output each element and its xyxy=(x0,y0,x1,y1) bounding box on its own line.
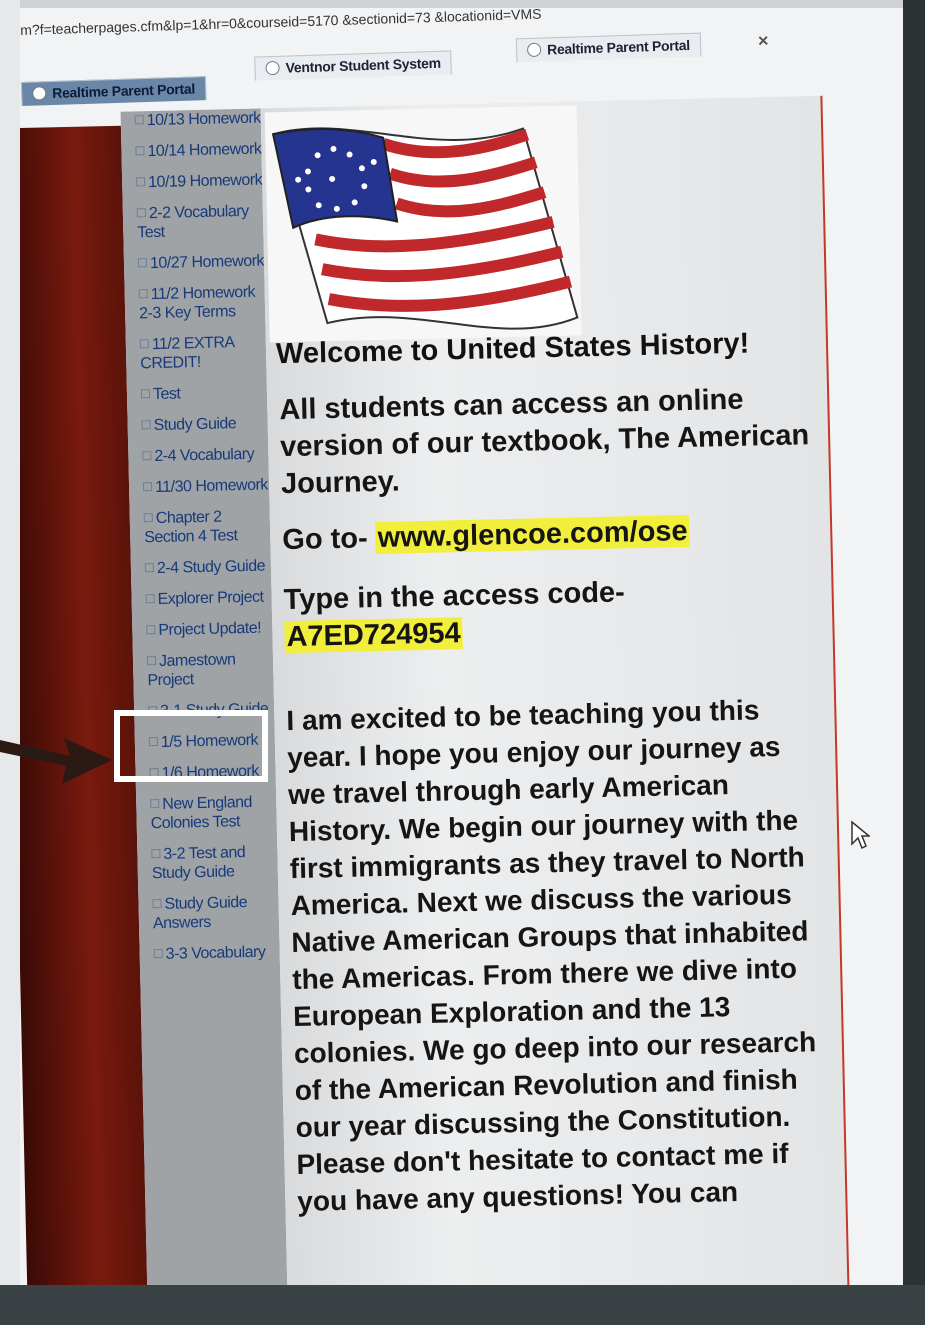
expand-plus-icon xyxy=(134,115,144,125)
sidebar-item[interactable]: 11/30 Homework xyxy=(142,475,269,497)
expand-plus-icon xyxy=(136,177,146,187)
browser-tab-icon xyxy=(265,60,280,76)
sidebar-item[interactable]: Chapter 2 Section 4 Test xyxy=(143,506,271,547)
sidebar-item[interactable]: 10/27 Homework xyxy=(137,252,265,274)
expand-plus-icon xyxy=(140,389,151,399)
expand-plus-icon xyxy=(144,563,155,573)
sidebar-item-label: New England Colonies Test xyxy=(150,793,253,833)
expand-plus-icon xyxy=(146,656,157,666)
expand-plus-icon xyxy=(142,451,152,461)
sidebar-item-label: 11/30 Homework xyxy=(154,476,269,497)
sidebar-item-label: Study Guide Answers xyxy=(152,894,248,933)
sidebar-item[interactable]: New England Colonies Test xyxy=(150,792,277,833)
flag-image xyxy=(264,105,582,343)
sidebar-item[interactable]: 10/13 Homework xyxy=(134,109,261,131)
sidebar-item[interactable]: Explorer Project xyxy=(145,587,271,609)
sidebar-item[interactable]: 11/2 EXTRA CREDIT! xyxy=(139,332,267,373)
access-code: A7ED724954 xyxy=(284,617,463,654)
expand-plus-icon xyxy=(145,594,155,604)
expand-plus-icon xyxy=(141,420,151,430)
mouse-cursor-icon xyxy=(851,820,870,850)
expand-plus-icon xyxy=(142,482,153,492)
expand-plus-icon xyxy=(146,625,156,635)
sidebar-item[interactable]: 2-2 Vocabulary Test xyxy=(136,202,264,243)
welcome-body: I am excited to be teaching you this yea… xyxy=(286,694,817,1217)
american-flag-icon xyxy=(271,127,579,330)
expand-plus-icon xyxy=(150,799,160,809)
sidebar-item-label: Study Guide xyxy=(153,415,237,435)
sidebar-item-label: Test xyxy=(152,385,181,404)
monitor-bezel-bottom xyxy=(0,1285,925,1325)
sidebar-item-label: 10/13 Homework xyxy=(146,109,261,130)
sidebar-item-label: Project Update! xyxy=(158,619,262,639)
sidebar-item-label: 2-4 Study Guide xyxy=(156,557,266,578)
close-tab-button[interactable]: × xyxy=(758,30,769,51)
sidebar-item-label: 10/14 Homework xyxy=(147,140,262,161)
sidebar-item-label: 10/27 Homework xyxy=(149,252,265,273)
tab-realtime-parent-portal-2[interactable]: Realtime Parent Portal xyxy=(515,32,702,63)
sidebar-item[interactable]: Jamestown Project xyxy=(146,649,274,690)
expand-plus-icon xyxy=(137,258,148,268)
sidebar-item-label: Chapter 2 Section 4 Test xyxy=(144,508,238,547)
goto-label: Go to- xyxy=(281,522,369,557)
expand-plus-icon xyxy=(151,849,161,859)
sidebar-item[interactable]: 2-4 Study Guide xyxy=(144,556,271,578)
tab-label: Realtime Parent Portal xyxy=(546,36,691,58)
arrow-pointer xyxy=(0,738,112,784)
sidebar-item-label: 10/19 Homework xyxy=(147,171,263,192)
expand-plus-icon xyxy=(135,146,145,156)
textbook-link[interactable]: www.glencoe.com/ose xyxy=(375,514,690,555)
screen: m?f=teacherpages.cfm&lp=1&hr=0&courseid=… xyxy=(20,8,903,1285)
sidebar-item[interactable]: 11/2 Homework 2-3 Key Terms xyxy=(138,283,266,324)
expand-plus-icon xyxy=(153,948,163,959)
expand-plus-icon xyxy=(138,289,148,299)
browser-tab-icon xyxy=(526,42,542,58)
sidebar-item-label: 11/2 Homework 2-3 Key Terms xyxy=(138,283,256,323)
sidebar: 10/13 Homework 10/14 Homework 10/19 Homewo… xyxy=(120,108,289,1285)
sidebar-item-label: 11/2 EXTRA CREDIT! xyxy=(140,334,234,373)
sidebar-item[interactable]: 3-2 Test and Study Guide xyxy=(151,842,278,883)
highlight-box xyxy=(114,710,268,782)
sidebar-item-label: 2-2 Vocabulary Test xyxy=(137,202,249,242)
expand-plus-icon xyxy=(139,339,149,349)
expand-plus-icon xyxy=(152,898,162,909)
expand-plus-icon xyxy=(136,208,146,218)
sidebar-item[interactable]: 3-3 Vocabulary xyxy=(153,942,279,964)
sidebar-item-label: Jamestown Project xyxy=(147,651,236,690)
sidebar-item[interactable]: Study Guide xyxy=(141,413,267,435)
monitor-bezel-left xyxy=(0,0,20,1325)
sidebar-item[interactable]: 2-4 Vocabulary xyxy=(142,444,268,466)
sidebar-item[interactable]: 10/19 Homework xyxy=(136,171,262,193)
sidebar-item-label: 3-3 Vocabulary xyxy=(165,943,266,963)
sidebar-item[interactable]: Test xyxy=(140,382,267,404)
tab-ventnor-student-system[interactable]: Ventnor Student System xyxy=(254,50,453,81)
sidebar-item[interactable]: 10/14 Homework xyxy=(135,140,262,162)
monitor-bezel-right xyxy=(903,0,925,1325)
expand-plus-icon xyxy=(143,513,153,523)
sidebar-item[interactable]: Study Guide Answers xyxy=(152,892,279,933)
sidebar-item-label: Explorer Project xyxy=(157,588,264,609)
page-content: 10/13 Homework 10/14 Homework 10/19 Homewo… xyxy=(20,68,903,1285)
sidebar-item-label: 2-4 Vocabulary xyxy=(154,445,255,466)
sidebar-item-label: 3-2 Test and Study Guide xyxy=(151,844,246,883)
intro-text: All students can access an online versio… xyxy=(279,383,810,501)
tab-label: Ventnor Student System xyxy=(285,54,441,76)
sidebar-item[interactable]: Project Update! xyxy=(146,618,272,640)
